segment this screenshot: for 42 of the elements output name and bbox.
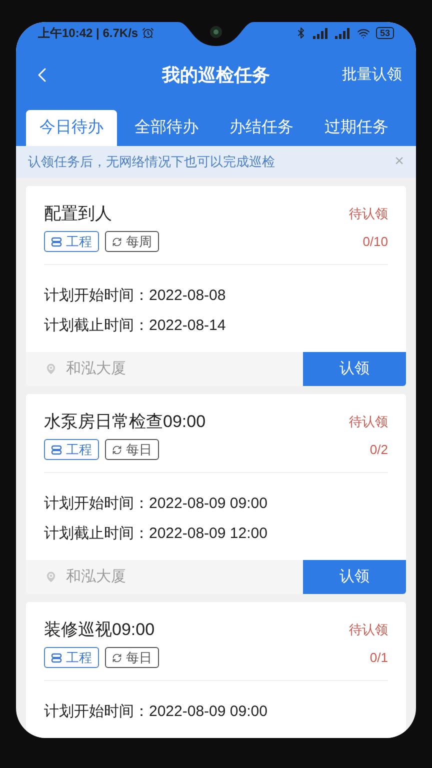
cycle-tag: 每日 <box>105 439 159 460</box>
task-title: 水泵房日常检查09:00 <box>44 411 206 433</box>
end-time: 计划截止时间：2022-08-14 <box>44 316 227 336</box>
location-name: 和泓大厦 <box>66 566 126 587</box>
refresh-icon <box>112 236 122 246</box>
cycle-tag: 每日 <box>105 647 159 668</box>
signal-icon <box>334 28 351 38</box>
stack-icon <box>51 652 62 662</box>
tab[interactable]: 过期任务 <box>311 110 402 146</box>
location-pin-icon <box>44 570 58 584</box>
batch-claim-button[interactable]: 批量认领 <box>342 64 402 86</box>
location-pin-icon <box>44 362 58 376</box>
stack-icon <box>51 444 62 454</box>
task-status: 待认领 <box>349 205 388 223</box>
task-status: 待认领 <box>349 621 388 639</box>
wifi-icon <box>356 26 370 40</box>
cycle-tag: 每周 <box>105 231 159 252</box>
signal-icon <box>312 28 329 38</box>
location-name: 和泓大厦 <box>66 358 126 379</box>
start-time: 计划开始时间：2022-08-08 <box>44 286 227 306</box>
page-title: 我的巡检任务 <box>162 64 270 86</box>
start-time: 计划开始时间：2022-08-09 09:00 <box>44 702 268 722</box>
task-title: 装修巡视09:00 <box>44 619 156 641</box>
task-title: 配置到人 <box>44 203 113 225</box>
tab[interactable]: 全部待办 <box>121 110 212 146</box>
alarm-icon <box>142 27 154 39</box>
claim-button[interactable]: 认领 <box>303 352 406 386</box>
notice-text: 认领任务后，无网络情况下也可以完成巡检 <box>28 153 275 172</box>
stack-icon <box>51 236 62 246</box>
category-tag: 工程 <box>44 439 99 460</box>
refresh-icon <box>112 652 122 662</box>
tab[interactable]: 今日待办 <box>26 110 117 146</box>
start-time: 计划开始时间：2022-08-09 09:00 <box>44 494 268 514</box>
tab[interactable]: 办结任务 <box>216 110 307 146</box>
category-tag: 工程 <box>44 231 99 252</box>
category-tag: 工程 <box>44 647 99 668</box>
end-time: 计划截止时间：2022-08-09 12:00 <box>44 524 268 544</box>
refresh-icon <box>112 444 122 454</box>
task-status: 待认领 <box>349 413 388 431</box>
battery-icon: 53 <box>376 27 394 39</box>
status-time: 上午10:42 | 6.7K/s <box>38 25 138 42</box>
claim-button[interactable]: 认领 <box>303 560 406 594</box>
